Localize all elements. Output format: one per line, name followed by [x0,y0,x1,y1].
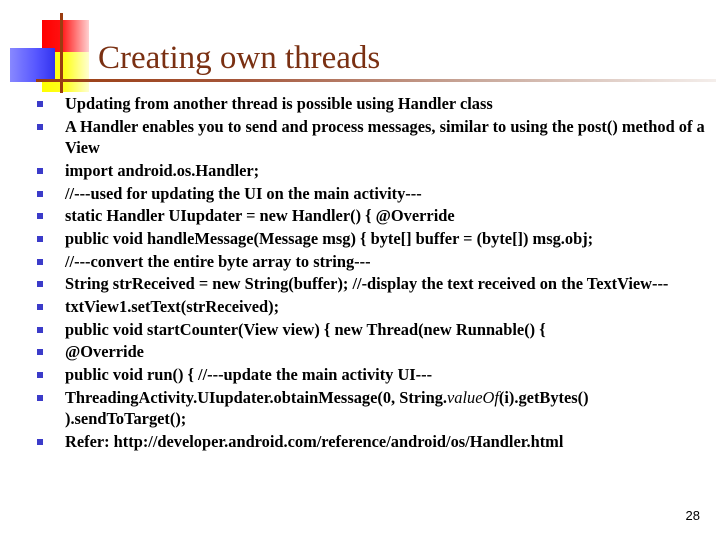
square-bullet-icon [37,326,43,333]
square-bullet-icon [37,258,43,265]
bullet-text: static Handler UIupdater = new Handler()… [65,206,455,226]
bullet-text-italic: valueOf [447,387,499,407]
square-bullet-icon [37,213,43,220]
square-bullet-icon [37,394,43,401]
bullet-text: txtView1.setText(strReceived); [65,297,280,316]
bullet-text: Refer: http://developer.android.com/refe… [65,431,564,451]
bullet-item: String strReceived = new String(buffer);… [0,273,720,295]
bullet-text: //---used for updating the UI on the mai… [65,183,422,203]
slide-title: Creating own threads [98,40,381,76]
bullet-text: Updating from another thread is possible… [65,94,493,113]
bullet-text: public void run() { //---update the main… [65,365,433,385]
bullet-item: @Override [0,341,720,363]
bullet-item: A Handler enables you to send and proces… [0,116,720,159]
bullet-text: String strReceived = new String(buffer);… [65,274,669,294]
bullet-text: public void startCounter(View view) { ne… [65,319,546,339]
square-bullet-icon [37,190,43,197]
bullet-text: public void handleMessage(Message msg) {… [65,228,594,248]
square-bullet-icon [37,123,43,130]
square-bullet-icon [37,235,43,242]
bullet-text: A Handler enables you to send and proces… [65,116,705,158]
square-bullet-icon [37,304,43,310]
bullet-item: public void startCounter(View view) { ne… [0,319,720,341]
bullet-item: import android.os.Handler; [0,160,720,182]
title-underline [36,79,716,82]
bullet-item: //---used for updating the UI on the mai… [0,183,720,205]
bullet-list: Updating from another thread is possible… [0,93,720,454]
page-number: 28 [685,508,700,523]
square-bullet-icon [37,101,43,107]
bullet-text: import android.os.Handler; [65,160,260,180]
bullet-item: Updating from another thread is possible… [0,93,720,115]
square-bullet-icon [37,281,43,288]
bullet-item: public void handleMessage(Message msg) {… [0,228,720,250]
slide-logo [0,0,100,100]
bullet-item: ThreadingActivity.UIupdater.obtainMessag… [0,387,720,430]
bullet-item: txtView1.setText(strReceived); [0,296,720,318]
bullet-text: @Override [65,342,144,362]
bullet-item: Refer: http://developer.android.com/refe… [0,431,720,453]
square-bullet-icon [37,349,43,356]
bullet-text-before: ThreadingActivity.UIupdater.obtainMessag… [65,387,448,407]
bullet-item: static Handler UIupdater = new Handler()… [0,205,720,227]
square-bullet-icon [37,372,43,379]
logo-blue-square [10,48,55,82]
bullet-item: //---convert the entire byte array to st… [0,251,720,273]
bullet-text: //---convert the entire byte array to st… [65,251,371,271]
square-bullet-icon [37,438,43,445]
bullet-item: public void run() { //---update the main… [0,364,720,386]
square-bullet-icon [37,167,43,174]
